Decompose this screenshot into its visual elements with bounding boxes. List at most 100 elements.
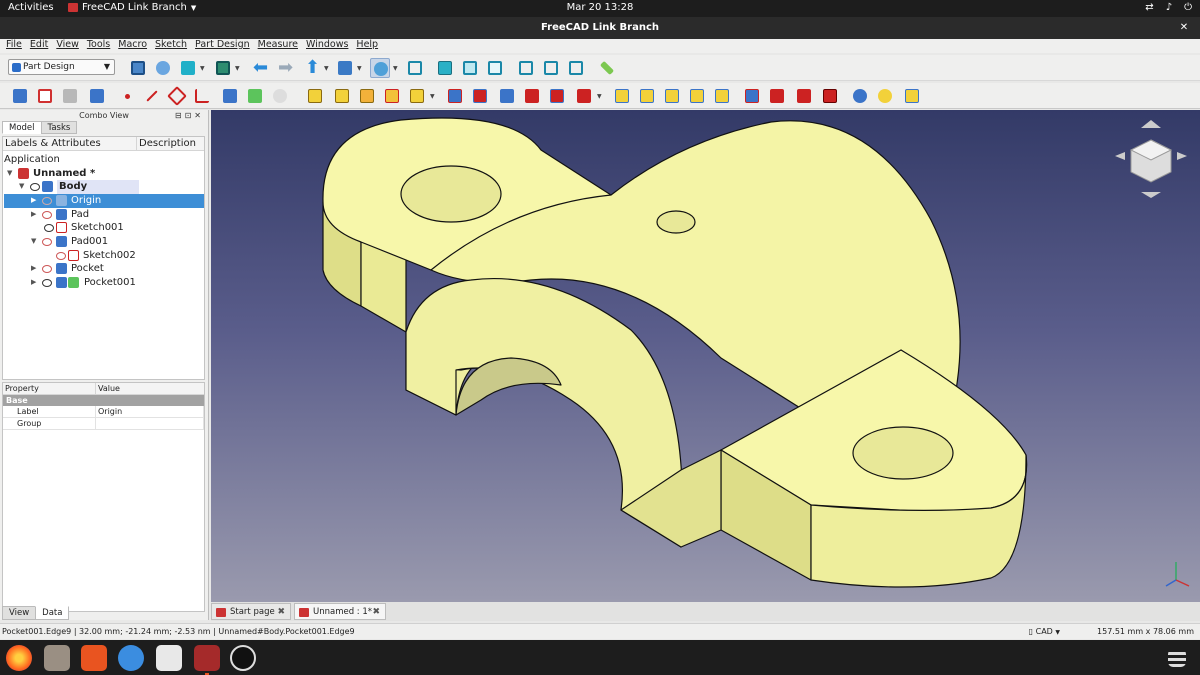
subtractive-pipe-button[interactable] — [547, 86, 567, 106]
app-grid-icon[interactable] — [1168, 649, 1186, 667]
tab-unnamed[interactable]: Unnamed : 1* ✖ — [294, 603, 386, 620]
additive-loft-button[interactable] — [357, 86, 377, 106]
back-button[interactable]: ⬅ — [250, 58, 270, 78]
model-tree[interactable]: Labels & Attributes Description Applicat… — [2, 136, 205, 380]
help-icon[interactable] — [118, 645, 144, 671]
menu-windows[interactable]: Windows — [306, 39, 348, 53]
eye-hidden-icon[interactable] — [42, 197, 52, 205]
expand-arrow-icon[interactable]: ▶ — [31, 262, 36, 276]
migrate-button[interactable] — [875, 86, 895, 106]
eye-icon[interactable] — [44, 224, 54, 232]
view-left-button[interactable] — [566, 58, 586, 78]
tree-item-pad[interactable]: ▶ Pad — [4, 208, 204, 222]
datum-plane-button[interactable] — [167, 86, 187, 106]
draw-style-button[interactable] — [178, 58, 198, 78]
clone-button[interactable] — [245, 86, 265, 106]
bounding-box-button[interactable] — [213, 58, 233, 78]
close-icon[interactable]: ✖ — [372, 604, 380, 621]
tab-view[interactable]: View — [2, 606, 37, 620]
obs-icon[interactable] — [230, 645, 256, 671]
boolean-button[interactable] — [850, 86, 870, 106]
groove-button[interactable] — [497, 86, 517, 106]
eye-icon[interactable] — [42, 279, 52, 287]
sync-view-button[interactable]: ⬆ — [302, 58, 322, 78]
view-right-button[interactable] — [485, 58, 505, 78]
menu-help[interactable]: Help — [356, 39, 378, 53]
expand-arrow-icon[interactable]: ▶ — [31, 276, 36, 290]
thickness-button[interactable] — [820, 86, 840, 106]
datum-line-button[interactable] — [142, 86, 162, 106]
fit-all-button[interactable] — [153, 58, 173, 78]
create-body-button[interactable] — [10, 86, 30, 106]
menu-file[interactable]: File — [6, 39, 22, 53]
tab-model[interactable]: Model — [2, 121, 42, 134]
caret-down-icon[interactable]: ▼ — [235, 65, 240, 72]
menu-part-design[interactable]: Part Design — [195, 39, 250, 53]
workbench-selector[interactable]: Part Design ▼ — [8, 59, 115, 75]
expand-arrow-icon[interactable]: ▶ — [31, 194, 36, 208]
menu-view[interactable]: View — [56, 39, 79, 53]
menu-sketch[interactable]: Sketch — [155, 39, 187, 53]
menu-macro[interactable]: Macro — [118, 39, 147, 53]
sub-shape-binder-button[interactable] — [220, 86, 240, 106]
std-view-box-zoom-button[interactable] — [128, 58, 148, 78]
property-row[interactable]: Label Origin — [3, 406, 204, 418]
linear-pattern-button[interactable] — [637, 86, 657, 106]
tree-header-labels[interactable]: Labels & Attributes — [3, 137, 137, 150]
subtractive-helix-button[interactable] — [574, 86, 594, 106]
tree-item-pad001[interactable]: ▼ Pad001 — [4, 235, 204, 249]
left-bolt-hole[interactable] — [400, 165, 502, 223]
sprocket-button[interactable] — [902, 86, 922, 106]
tree-item-sketch002[interactable]: Sketch002 — [4, 249, 204, 263]
tab-tasks[interactable]: Tasks — [40, 121, 78, 134]
tree-item-document[interactable]: ▼ Unnamed * — [4, 167, 204, 181]
view-front-button[interactable] — [435, 58, 455, 78]
expand-arrow-icon[interactable]: ▼ — [7, 167, 12, 181]
datum-point-button[interactable] — [117, 86, 137, 106]
property-header-value[interactable]: Value — [96, 383, 120, 394]
view-isometric-button[interactable] — [405, 58, 425, 78]
freecad-icon[interactable] — [194, 645, 220, 675]
caret-down-icon[interactable]: ▼ — [430, 93, 435, 100]
menu-tools[interactable]: Tools — [87, 39, 110, 53]
scaled-button[interactable] — [687, 86, 707, 106]
tree-item-sketch001[interactable]: Sketch001 — [4, 221, 204, 235]
validate-sketch-button[interactable] — [60, 86, 80, 106]
eye-hidden-icon[interactable] — [42, 238, 52, 246]
eye-hidden-icon[interactable] — [42, 211, 52, 219]
eye-hidden-icon[interactable] — [56, 252, 66, 260]
firefox-icon[interactable] — [6, 645, 32, 671]
tree-item-origin[interactable]: ▶ Origin — [4, 194, 204, 208]
property-row[interactable]: Group — [3, 418, 204, 430]
multi-transform-button[interactable] — [712, 86, 732, 106]
hole-button[interactable] — [470, 86, 490, 106]
pad-button[interactable] — [305, 86, 325, 106]
fit-selection-button[interactable] — [370, 58, 390, 78]
chamfer-button[interactable] — [767, 86, 787, 106]
expand-arrow-icon[interactable]: ▼ — [31, 235, 36, 249]
property-header-name[interactable]: Property — [3, 383, 96, 394]
create-sketch-button[interactable] — [35, 86, 55, 106]
tree-item-pocket[interactable]: ▶ Pocket — [4, 262, 204, 276]
navigation-style[interactable]: ▯ CAD ▼ — [1029, 624, 1060, 641]
caret-down-icon[interactable]: ▼ — [393, 65, 398, 72]
caret-down-icon[interactable]: ▼ — [357, 65, 362, 72]
mirrored-button[interactable] — [612, 86, 632, 106]
view-bottom-button[interactable] — [541, 58, 561, 78]
forward-button[interactable]: ➡ — [275, 58, 295, 78]
subtractive-loft-button[interactable] — [522, 86, 542, 106]
tree-item-body[interactable]: ▼ Body — [4, 180, 204, 194]
clock[interactable]: Mar 20 13:28 — [0, 2, 1200, 13]
tree-header-description[interactable]: Description — [137, 137, 196, 150]
property-value[interactable] — [96, 418, 204, 429]
tree-item-application[interactable]: Application — [4, 153, 60, 167]
link-button[interactable] — [335, 58, 355, 78]
menu-edit[interactable]: Edit — [30, 39, 48, 53]
property-value[interactable]: Origin — [96, 406, 204, 417]
measure-distance-button[interactable] — [597, 58, 617, 78]
center-hole[interactable] — [656, 210, 696, 234]
right-bolt-hole[interactable] — [852, 426, 954, 480]
view-top-button[interactable] — [460, 58, 480, 78]
3d-viewport[interactable] — [211, 110, 1200, 602]
revolution-button[interactable] — [332, 86, 352, 106]
